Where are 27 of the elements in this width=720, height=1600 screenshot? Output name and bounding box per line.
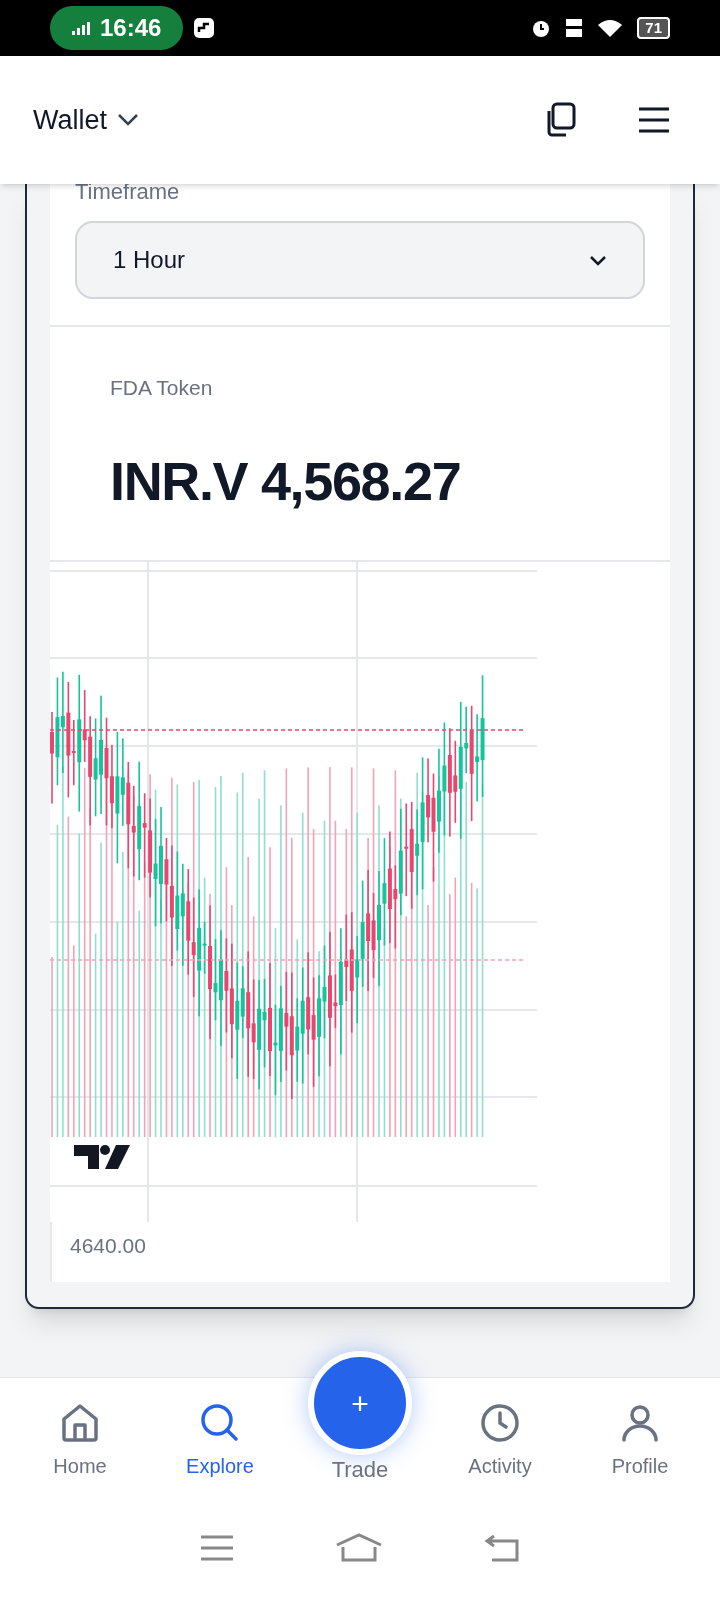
chevron-icon: [117, 113, 139, 127]
wifi-icon: [597, 18, 624, 38]
home-icon[interactable]: [335, 1533, 383, 1563]
logo-icon: [74, 1144, 130, 1169]
nav-tab[interactable]: Explore: [165, 1403, 275, 1481]
token-name: FDA Token: [110, 375, 214, 401]
signal-icon: [72, 21, 90, 35]
token-price: INR.V 4,568.27: [110, 453, 462, 508]
timeframe-label: Timeframe: [75, 181, 181, 206]
back-icon[interactable]: [483, 1534, 520, 1562]
axis-label: 4640.00: [70, 1233, 146, 1257]
chevron-icon: [589, 254, 607, 266]
search-icon: [200, 1403, 240, 1443]
person-icon: [620, 1403, 660, 1443]
nav-tab[interactable]: Home: [25, 1403, 135, 1481]
trade-nav-item[interactable]: + Trade: [305, 1351, 415, 1486]
clock-icon: [480, 1403, 520, 1443]
nav-tab[interactable]: Activity: [445, 1403, 555, 1481]
battery-indicator: 71: [637, 17, 670, 39]
home-icon: [60, 1403, 100, 1443]
menu-icon[interactable]: [638, 107, 670, 133]
clock-time: 16:46: [100, 13, 162, 43]
nav-tab[interactable]: Profile: [585, 1403, 695, 1481]
app-icon: [193, 17, 216, 39]
alarm-icon: [531, 18, 552, 38]
wallet-dropdown[interactable]: Wallet: [33, 99, 139, 141]
timeframe-select[interactable]: 1 Hour: [75, 221, 645, 299]
